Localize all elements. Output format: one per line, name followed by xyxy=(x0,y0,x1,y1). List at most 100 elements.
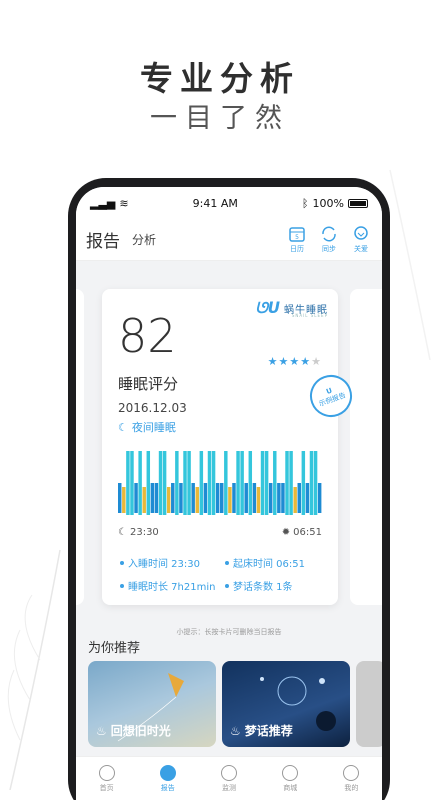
tab-report-nav[interactable]: 报告 xyxy=(137,757,198,800)
promo-subtitle: 一目了然 xyxy=(150,103,290,134)
sleep-bar xyxy=(171,483,175,513)
sleep-bar xyxy=(183,451,187,515)
sleep-bar xyxy=(232,483,236,513)
flame-icon: ♨ xyxy=(96,723,107,738)
stat-wake-time: 起床时间 06:51 xyxy=(233,559,305,570)
sleep-bar xyxy=(228,487,232,513)
score-label: 睡眠评分 xyxy=(118,375,179,393)
bluetooth-icon: ᛒ xyxy=(301,196,309,210)
app-header: 报告 分析 5 日历 同步 关爱 xyxy=(76,219,382,261)
recommend-card-memory[interactable]: ♨ 回想旧时光 xyxy=(88,661,216,747)
recommend-label: 回想旧时光 xyxy=(110,724,171,738)
sync-button[interactable]: 同步 xyxy=(318,225,340,254)
profile-icon xyxy=(343,764,360,781)
home-icon xyxy=(98,764,115,781)
sleep-bar xyxy=(126,451,130,515)
sleep-type-label: 夜间睡眠 xyxy=(131,421,176,434)
tab-label: 商城 xyxy=(283,783,298,792)
time-range: ☾ 23:30 ✹ 06:51 xyxy=(118,527,322,538)
sleep-bar xyxy=(289,451,293,515)
feather-decoration xyxy=(7,549,61,790)
sleep-score: 82 xyxy=(118,309,177,363)
status-time: 9:41 AM xyxy=(192,196,238,210)
stat-sleep-time: 入睡时间 23:30 xyxy=(128,559,200,570)
stamp-text: 示例报告 xyxy=(317,391,347,409)
tab-label: 监测 xyxy=(222,783,236,792)
stat-item: 梦话条数 1条 xyxy=(225,578,330,593)
sleep-bar xyxy=(297,483,301,513)
sleep-bar xyxy=(215,483,220,513)
svg-text:5: 5 xyxy=(295,234,299,241)
stat-item: 起床时间 06:51 xyxy=(225,555,330,570)
shop-icon xyxy=(282,764,299,781)
prev-card-peek[interactable] xyxy=(76,289,84,605)
sleep-report-card[interactable]: ᘎᑌ 蜗牛睡眠 SNAIL SLEEP 82 ★★★★★ 睡眠评分 ᑌ 示例报告… xyxy=(102,289,358,605)
tab-monitor[interactable]: 监测 xyxy=(198,757,259,800)
sleep-bar xyxy=(207,451,212,515)
sync-icon xyxy=(322,226,336,242)
monitor-icon xyxy=(221,764,237,781)
care-button[interactable]: 关爱 xyxy=(350,225,372,254)
sleep-bar xyxy=(268,483,273,513)
sleep-bar xyxy=(301,451,306,515)
report-icon xyxy=(159,764,176,781)
bullet-icon xyxy=(120,560,124,565)
sleep-bar xyxy=(220,483,224,513)
brand-en: SNAIL SLEEP xyxy=(291,313,328,318)
care-label: 关爱 xyxy=(354,245,368,253)
tab-label: 首页 xyxy=(99,783,114,792)
sleep-bar xyxy=(130,451,134,515)
sleep-bar xyxy=(203,483,208,513)
sleep-bar xyxy=(179,483,183,513)
report-date: 2016.12.03 xyxy=(118,401,187,415)
star-rating: ★★★★★ xyxy=(268,355,322,368)
calendar-button[interactable]: 5 日历 xyxy=(286,225,308,254)
end-time: 06:51 xyxy=(293,527,322,538)
sleep-bar xyxy=(285,451,289,515)
tab-home[interactable]: 首页 xyxy=(76,757,137,800)
recommend-label: 梦话推荐 xyxy=(244,724,293,738)
sleep-bar xyxy=(256,487,261,513)
tip-text: 小提示：长按卡片可删除当日报告 xyxy=(176,628,282,636)
care-icon xyxy=(354,226,368,240)
sleep-bar xyxy=(281,483,285,513)
sleep-bar xyxy=(236,451,240,515)
sleep-bar xyxy=(277,483,281,513)
tab-me[interactable]: 我的 xyxy=(321,757,382,800)
sun-icon: ✹ xyxy=(281,527,291,538)
sleep-bar xyxy=(134,483,138,513)
tab-label: 报告 xyxy=(160,783,175,792)
sleep-stats: 入睡时间 23:30 起床时间 06:51 睡眠时长 7h21min 梦话条数 … xyxy=(120,555,330,593)
sleep-bar xyxy=(195,487,199,513)
bottom-tab-bar: 首页 报告 监测 商城 我的 xyxy=(76,756,382,800)
sleep-bar xyxy=(309,451,314,515)
star-empty-icon: ★ xyxy=(311,355,322,368)
tab-analysis[interactable]: 分析 xyxy=(132,231,156,248)
sleep-bar xyxy=(138,451,142,515)
sleep-bar xyxy=(313,451,318,515)
next-card-peek[interactable] xyxy=(350,289,382,605)
calendar-label: 日历 xyxy=(290,245,304,253)
sleep-bar xyxy=(146,451,151,515)
stat-duration: 睡眠时长 7h21min xyxy=(128,582,216,593)
moon-icon: ☾ xyxy=(118,420,128,434)
sleep-bar xyxy=(252,483,257,513)
phone-screen: ▂▃▅ ≋ 9:41 AM ᛒ 100% 报告 分析 5 日历 同步 关爱 ᘎᑌ… xyxy=(76,187,382,800)
tab-shop[interactable]: 商城 xyxy=(260,757,321,800)
stat-item: 入睡时间 23:30 xyxy=(120,555,225,570)
sleep-bar xyxy=(244,483,248,513)
sleep-bar xyxy=(305,483,310,513)
sleep-bar xyxy=(175,451,179,515)
sleep-bar xyxy=(154,483,159,513)
sleep-bar xyxy=(122,487,126,513)
star-filled-icon: ★ xyxy=(300,355,312,368)
sleep-bar xyxy=(248,451,253,515)
tab-report[interactable]: 报告 xyxy=(86,227,120,252)
sleep-bar xyxy=(118,483,122,513)
recommend-card-peek[interactable] xyxy=(356,661,382,747)
recommend-card-dream[interactable]: ♨ 梦话推荐 xyxy=(222,661,350,747)
star-filled-icon: ★ xyxy=(267,355,279,368)
sleep-bar xyxy=(211,451,216,515)
sleep-bar xyxy=(162,451,167,515)
sleep-bar xyxy=(191,483,195,513)
